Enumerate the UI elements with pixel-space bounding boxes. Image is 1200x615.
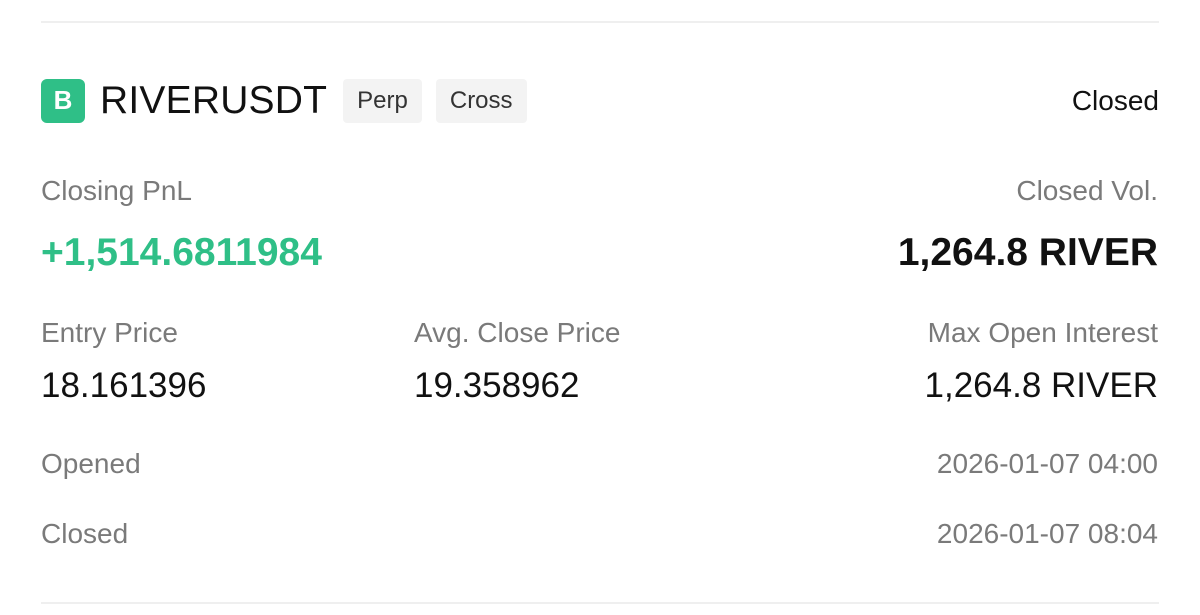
top-divider: [41, 21, 1159, 23]
opened-label: Opened: [41, 448, 141, 479]
avg-close-price-label: Avg. Close Price: [414, 317, 621, 348]
entry-price-value: 18.161396: [41, 366, 207, 405]
max-open-interest-value: 1,264.8 RIVER: [924, 366, 1158, 405]
closing-pnl-value: +1,514.6811984: [41, 231, 322, 274]
symbol-label: RIVERUSDT: [100, 79, 328, 122]
cross-tag: Cross: [435, 78, 527, 123]
avg-close-price-value: 19.358962: [414, 366, 580, 405]
opened-time-value: 2026-01-07 04:00: [936, 448, 1158, 479]
max-open-interest-label: Max Open Interest: [927, 317, 1158, 348]
closed-label: Closed: [41, 518, 129, 549]
closed-time-value: 2026-01-07 08:04: [936, 518, 1158, 549]
position-status: Closed: [1071, 84, 1159, 116]
bottom-divider: [41, 602, 1159, 604]
closed-vol-value: 1,264.8 RIVER: [897, 231, 1158, 274]
exchange-logo-icon: B: [41, 78, 85, 123]
closing-pnl-label: Closing PnL: [41, 175, 192, 206]
position-header: B RIVERUSDT Perp Cross Closed: [41, 78, 1159, 123]
closed-vol-label: Closed Vol.: [1016, 175, 1158, 206]
perp-tag: Perp: [343, 78, 422, 123]
entry-price-label: Entry Price: [41, 317, 178, 348]
